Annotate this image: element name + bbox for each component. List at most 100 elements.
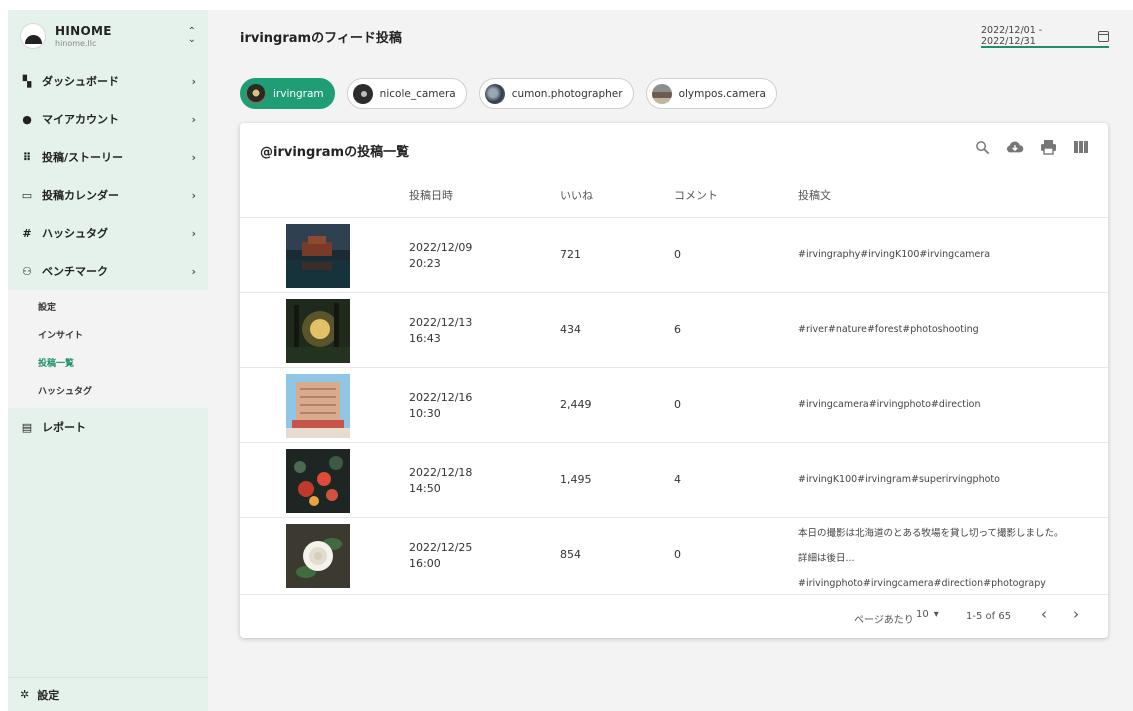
chevron-left-icon[interactable]: ‹ bbox=[1034, 605, 1054, 627]
post-time: 10:30 bbox=[409, 407, 441, 420]
post-text: #irvingcamera#irvingphoto#direction bbox=[798, 399, 981, 410]
post-comments: 6 bbox=[674, 323, 681, 336]
sidebar-item-benchmark[interactable]: ⚇ ベンチマーク › bbox=[8, 252, 208, 290]
subnav-item-hashtag[interactable]: ハッシュタグ bbox=[8, 376, 208, 404]
post-time: 16:00 bbox=[409, 557, 441, 570]
post-date: 2022/12/18 bbox=[409, 466, 473, 479]
column-header-comments[interactable]: コメント bbox=[674, 187, 718, 203]
table-toolbar bbox=[973, 138, 1090, 156]
avatar bbox=[352, 83, 373, 104]
table-row[interactable]: 2022/12/09 20:23 721 0 #irvingraphy#irvin… bbox=[240, 217, 1108, 292]
post-date: 2022/12/25 bbox=[409, 541, 473, 554]
people-icon: ⚇ bbox=[22, 264, 32, 278]
post-date: 2022/12/16 bbox=[409, 391, 473, 404]
grid-icon: ⠿ bbox=[22, 150, 32, 164]
table-row[interactable]: 2022/12/16 10:30 2,449 0 #irvingcamera#ir… bbox=[240, 367, 1108, 442]
document-icon: ▤ bbox=[21, 420, 33, 434]
sidebar-item-label: ベンチマーク bbox=[42, 265, 108, 278]
rows-per-page-label: ページあたり bbox=[854, 615, 914, 626]
sidebar-item-label: ハッシュタグ bbox=[42, 227, 108, 240]
post-comments: 0 bbox=[674, 548, 681, 561]
post-thumbnail bbox=[286, 224, 350, 288]
sidebar: HINOME hinome.llc ⌃ ⌄ ▚ ダッシュボード › ● マイアカウ… bbox=[8, 10, 208, 711]
sidebar-item-posts-stories[interactable]: ⠿ 投稿/ストーリー › bbox=[8, 138, 208, 176]
post-date: 2022/12/13 bbox=[409, 316, 473, 329]
table-row[interactable]: 2022/12/25 16:00 854 0 本日の撮影は北海道のとある牧場を貸し… bbox=[240, 517, 1108, 592]
post-comments: 4 bbox=[674, 473, 681, 486]
table-row[interactable]: 2022/12/18 14:50 1,495 4 #irvingK100#irvi… bbox=[240, 442, 1108, 517]
post-text: 本日の撮影は北海道のとある牧場を貸し切って撮影しました。 詳細は後日... #i… bbox=[798, 521, 1098, 596]
post-comments: 0 bbox=[674, 248, 681, 261]
sidebar-item-settings[interactable]: ✲ 設定 bbox=[8, 677, 208, 711]
post-likes: 1,495 bbox=[560, 473, 592, 486]
sidebar-item-post-calendar[interactable]: ▭ 投稿カレンダー › bbox=[8, 176, 208, 214]
account-chip-irvingram[interactable]: irvingram bbox=[240, 78, 335, 109]
column-header-text[interactable]: 投稿文 bbox=[798, 187, 831, 203]
chevron-right-icon: › bbox=[191, 74, 196, 88]
post-text-line: #irivingphoto#irvingcamera#direction#pho… bbox=[798, 578, 1046, 589]
table-header: 投稿日時 いいね コメント 投稿文 bbox=[240, 183, 1108, 207]
sidebar-item-label: レポート bbox=[42, 421, 86, 434]
chevron-right-icon: › bbox=[191, 150, 196, 164]
post-time: 20:23 bbox=[409, 257, 441, 270]
card-title: @irvingramの投稿一覧 bbox=[260, 145, 410, 160]
post-time: 14:50 bbox=[409, 482, 441, 495]
chevron-right-icon: › bbox=[191, 112, 196, 126]
post-text: #river#nature#forest#photoshooting bbox=[798, 324, 979, 335]
chevron-right-icon: › bbox=[191, 188, 196, 202]
column-header-date[interactable]: 投稿日時 bbox=[409, 187, 453, 203]
post-comments: 0 bbox=[674, 398, 681, 411]
post-likes: 434 bbox=[560, 323, 581, 336]
page-title: irvingramのフィード投稿 bbox=[240, 31, 402, 46]
post-thumbnail bbox=[286, 374, 350, 438]
date-range-picker[interactable]: 2022/12/01 - 2022/12/31 bbox=[981, 25, 1109, 48]
account-circle-icon: ● bbox=[22, 112, 32, 126]
post-text-line: 詳細は後日... bbox=[798, 553, 855, 564]
sidebar-item-label: ダッシュボード bbox=[42, 75, 119, 88]
rows-per-page-value: 10 bbox=[916, 609, 929, 620]
subnav-item-insight[interactable]: インサイト bbox=[8, 320, 208, 348]
sidebar-item-report[interactable]: ▤ レポート bbox=[8, 408, 208, 446]
sidebar-item-label: マイアカウント bbox=[42, 113, 119, 126]
dashboard-icon: ▚ bbox=[22, 74, 32, 88]
table-row[interactable]: 2022/12/13 16:43 434 6 #river#nature#fore… bbox=[240, 292, 1108, 367]
rows-per-page-select[interactable]: 10 ▾ bbox=[916, 609, 939, 620]
account-chip-cumon-photographer[interactable]: cumon.photographer bbox=[478, 78, 634, 109]
sidebar-item-my-account[interactable]: ● マイアカウント › bbox=[8, 100, 208, 138]
post-time: 16:43 bbox=[409, 332, 441, 345]
sidebar-item-dashboard[interactable]: ▚ ダッシュボード › bbox=[8, 62, 208, 100]
page-range: 1-5 of 65 bbox=[966, 611, 1012, 622]
avatar bbox=[246, 83, 266, 104]
caret-down-icon: ▾ bbox=[933, 609, 939, 620]
account-chip-label: cumon.photographer bbox=[511, 87, 623, 100]
post-text: #irvingraphy#irvingK100#irvingcamera bbox=[798, 249, 991, 260]
app-frame: HINOME hinome.llc ⌃ ⌄ ▚ ダッシュボード › ● マイアカウ… bbox=[8, 10, 1133, 711]
avatar bbox=[651, 83, 672, 104]
chevron-right-icon[interactable]: › bbox=[1066, 605, 1086, 627]
print-icon[interactable] bbox=[1039, 138, 1057, 156]
post-list-card: @irvingramの投稿一覧 投稿日時 いいね コメント 投稿文 2022/1… bbox=[240, 123, 1108, 638]
brand-switcher[interactable]: HINOME hinome.llc ⌃ ⌄ bbox=[8, 10, 208, 62]
subnav-item-post-list[interactable]: 投稿一覧 bbox=[8, 348, 208, 376]
sidebar-item-hashtag[interactable]: # ハッシュタグ › bbox=[8, 214, 208, 252]
cloud-download-icon[interactable] bbox=[1006, 138, 1024, 156]
columns-icon[interactable] bbox=[1072, 138, 1090, 156]
account-chip-label: irvingram bbox=[273, 87, 324, 100]
sidebar-item-label: 投稿カレンダー bbox=[42, 189, 119, 202]
post-text: #irvingK100#irvingram#superirvingphoto bbox=[798, 474, 1000, 485]
column-header-likes[interactable]: いいね bbox=[560, 187, 593, 203]
post-thumbnail bbox=[286, 299, 350, 363]
unfold-icon[interactable]: ⌃ ⌄ bbox=[188, 27, 196, 45]
account-chip-label: nicole_camera bbox=[379, 87, 456, 100]
avatar bbox=[484, 83, 505, 104]
account-chip-olympos-camera[interactable]: olympos.camera bbox=[645, 78, 777, 109]
account-chip-label: olympos.camera bbox=[678, 87, 766, 100]
benchmark-subnav: 設定 インサイト 投稿一覧 ハッシュタグ bbox=[8, 290, 208, 408]
post-likes: 721 bbox=[560, 248, 581, 261]
gear-icon: ✲ bbox=[20, 688, 30, 701]
search-icon[interactable] bbox=[973, 138, 991, 156]
account-chip-nicole-camera[interactable]: nicole_camera bbox=[346, 78, 467, 109]
brand-logo bbox=[20, 23, 46, 49]
post-date: 2022/12/09 bbox=[409, 241, 473, 254]
subnav-item-settings[interactable]: 設定 bbox=[8, 292, 208, 320]
